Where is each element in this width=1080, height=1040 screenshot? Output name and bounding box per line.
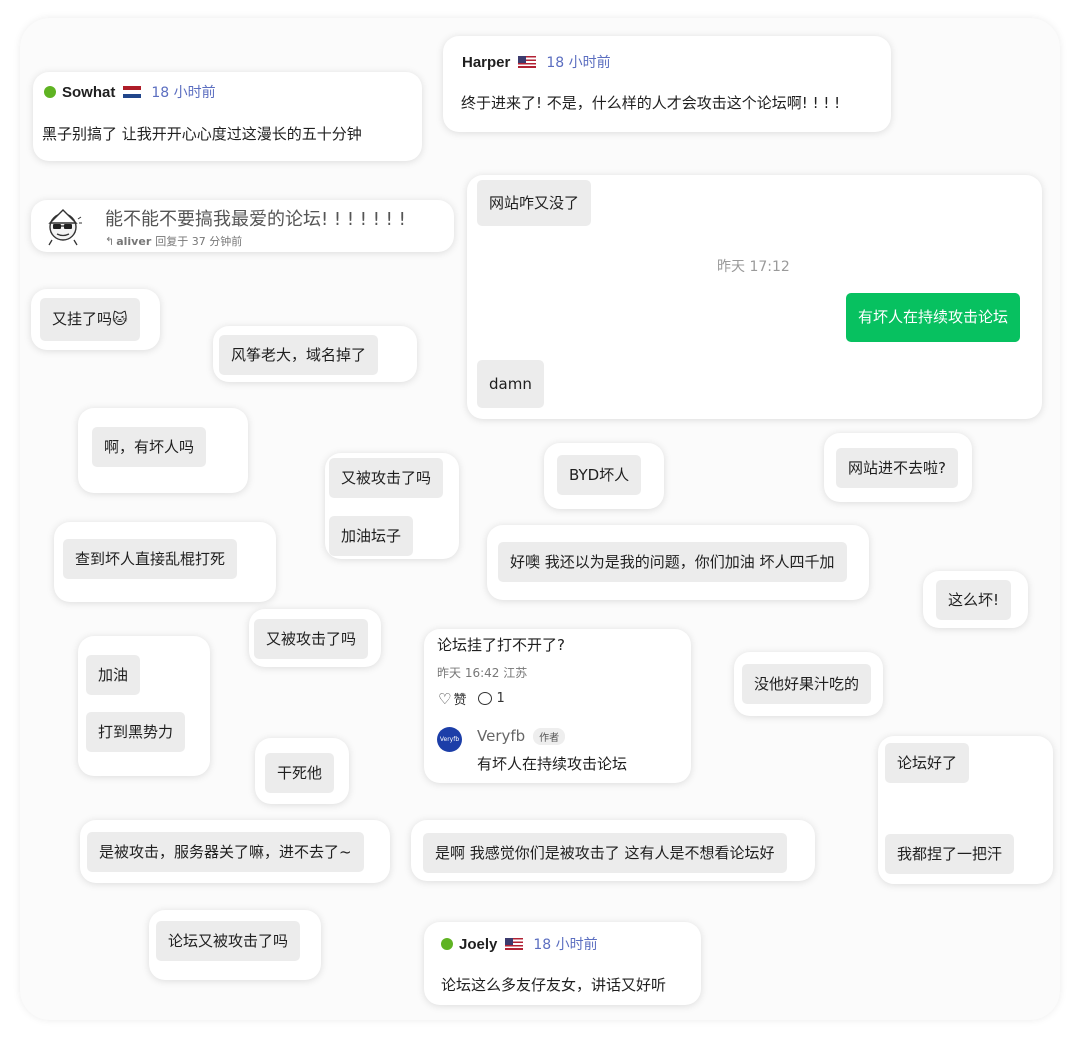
post-title: 论坛挂了打不开了? xyxy=(437,636,565,654)
username[interactable]: Sowhat xyxy=(62,84,115,101)
message-card: 论坛好了 我都捏了一把汗 xyxy=(878,736,1053,884)
post-card: 论坛挂了打不开了? 昨天 16:42 江苏 ♡ 赞 1 Veryfb Veryf… xyxy=(424,629,691,783)
message-bubble: 是被攻击，服务器关了嘛，进不去了~ xyxy=(87,832,364,872)
message-card: 啊，有坏人吗 xyxy=(78,408,248,493)
message-bubble: 没他好果汁吃的 xyxy=(742,664,872,704)
reply-meta: 回复于 37 分钟前 xyxy=(155,235,243,248)
comment-text: 黑子别搞了 让我开开心心度过这漫长的五十分钟 xyxy=(42,125,362,143)
message-bubble: 网站进不去啦? xyxy=(836,448,958,488)
message-card: 干死他 xyxy=(255,738,349,804)
message-bubble: 风筝老大，域名掉了 xyxy=(219,335,379,375)
message-bubble: 是啊 我感觉你们是被攻击了 这有人是不想看论坛好 xyxy=(423,833,787,873)
us-flag-icon xyxy=(518,56,537,68)
message-bubble: 这么坏! xyxy=(936,580,1012,620)
message-card: 又被攻击了吗 xyxy=(249,609,381,667)
message-card: 加油 打到黑势力 xyxy=(78,636,210,776)
reply-arrow-icon: ↰ xyxy=(105,234,115,248)
message-card: 是啊 我感觉你们是被攻击了 这有人是不想看论坛好 xyxy=(411,820,815,881)
comment-card-joely: Joely 18 小时前 论坛这么多友仔友女，讲话又好听 xyxy=(424,922,701,1005)
author-avatar[interactable]: Veryfb xyxy=(437,727,462,752)
message-bubble: 打到黑势力 xyxy=(86,712,186,752)
netherlands-flag-icon xyxy=(123,86,142,98)
message-card: 没他好果汁吃的 xyxy=(734,652,883,716)
comment-text: 终于进来了! 不是，什么样的人才会攻击这个论坛啊! ! ! ! xyxy=(461,94,841,112)
chat-message-sent: 有坏人在持续攻击论坛 xyxy=(846,293,1021,342)
us-flag-icon xyxy=(505,938,524,950)
message-card: 又被攻击了吗 加油坛子 xyxy=(325,453,459,559)
avatar[interactable] xyxy=(43,206,83,246)
author-badge: 作者 xyxy=(533,727,566,745)
online-dot xyxy=(441,938,453,950)
message-card: 是被攻击，服务器关了嘛，进不去了~ xyxy=(80,820,390,883)
message-bubble: 又被攻击了吗 xyxy=(329,458,444,498)
reply-text: 能不能不要搞我最爱的论坛! ! ! ! ! ! ! xyxy=(105,209,406,230)
message-card: 风筝老大，域名掉了 xyxy=(213,326,417,382)
reply-author[interactable]: aliver xyxy=(116,235,151,248)
chat-message-received: damn xyxy=(477,360,544,408)
post-meta: 昨天 16:42 江苏 xyxy=(437,666,528,680)
online-dot xyxy=(44,86,56,98)
message-card: 好噢 我还以为是我的问题，你们加油 坏人四千加 xyxy=(487,525,869,600)
message-bubble: 又挂了吗🐱 xyxy=(40,298,140,341)
username[interactable]: Harper xyxy=(462,54,510,71)
avatar-logo-text: Veryfb xyxy=(439,736,460,743)
message-bubble: 加油坛子 xyxy=(329,516,414,556)
heart-icon[interactable]: ♡ xyxy=(438,690,451,708)
message-card: 这么坏! xyxy=(923,571,1028,628)
message-bubble: 又被攻击了吗 xyxy=(254,619,369,659)
comment-count: 1 xyxy=(496,691,505,706)
message-card: 网站进不去啦? xyxy=(824,433,972,502)
message-card: 论坛又被攻击了吗 xyxy=(149,910,321,980)
message-bubble: 查到坏人直接乱棍打死 xyxy=(63,539,238,579)
timestamp: 18 小时前 xyxy=(533,937,598,953)
comment-card-harper: Harper 18 小时前 终于进来了! 不是，什么样的人才会攻击这个论坛啊! … xyxy=(443,36,891,132)
username[interactable]: Joely xyxy=(459,936,497,953)
message-bubble: 我都捏了一把汗 xyxy=(885,834,1015,874)
message-card: 查到坏人直接乱棍打死 xyxy=(54,522,276,602)
timestamp: 18 小时前 xyxy=(151,85,216,101)
message-bubble: 好噢 我还以为是我的问题，你们加油 坏人四千加 xyxy=(498,542,847,582)
message-bubble: 论坛好了 xyxy=(885,743,970,783)
message-bubble: 啊，有坏人吗 xyxy=(92,427,207,467)
reply-text: 有坏人在持续攻击论坛 xyxy=(477,755,628,773)
like-label[interactable]: 赞 xyxy=(453,689,466,708)
message-card: 又挂了吗🐱 xyxy=(31,289,160,350)
message-bubble: 干死他 xyxy=(265,753,335,793)
comment-text: 论坛这么多友仔友女，讲话又好听 xyxy=(441,976,667,994)
timestamp: 18 小时前 xyxy=(546,55,611,71)
message-bubble: 加油 xyxy=(86,655,141,695)
chat-message-received: 网站咋又没了 xyxy=(477,180,592,226)
message-card: BYD坏人 xyxy=(544,443,664,509)
chat-timestamp: 昨天 17:12 xyxy=(717,259,790,275)
chat-window: 网站咋又没了 昨天 17:12 有坏人在持续攻击论坛 damn xyxy=(467,175,1042,419)
message-bubble: 论坛又被攻击了吗 xyxy=(156,921,301,961)
comment-icon[interactable] xyxy=(478,692,493,705)
comment-card-sowhat: Sowhat 18 小时前 黑子别搞了 让我开开心心度过这漫长的五十分钟 xyxy=(33,72,422,161)
message-bubble: BYD坏人 xyxy=(557,455,642,495)
reply-card-aliver: 能不能不要搞我最爱的论坛! ! ! ! ! ! ! ↰ aliver 回复于 3… xyxy=(31,200,454,252)
author-name[interactable]: Veryfb xyxy=(477,727,525,745)
